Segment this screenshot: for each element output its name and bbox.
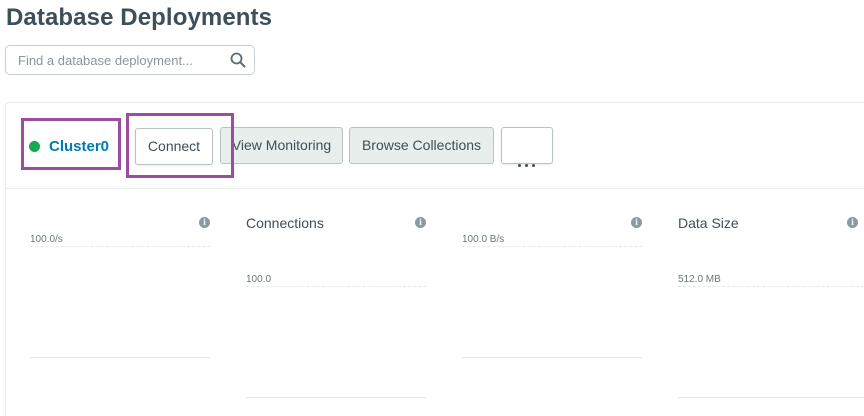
search-icon[interactable] bbox=[230, 52, 246, 68]
info-icon[interactable]: i bbox=[199, 217, 210, 228]
search-box[interactable] bbox=[5, 45, 255, 75]
info-icon[interactable]: i bbox=[847, 217, 858, 228]
page: Database Deployments Cluster0 Connect Vi… bbox=[0, 0, 864, 416]
search-input[interactable] bbox=[6, 46, 226, 74]
chart-baseline bbox=[246, 397, 426, 398]
metric-title: Connections bbox=[246, 215, 324, 231]
chart-gridline bbox=[678, 286, 864, 287]
chart-gridline bbox=[462, 246, 642, 247]
browse-collections-button[interactable]: Browse Collections bbox=[349, 127, 494, 164]
metric-max-label: 512.0 MB bbox=[678, 274, 721, 285]
page-title: Database Deployments bbox=[6, 4, 273, 31]
chart-baseline bbox=[462, 357, 642, 358]
chart-gridline bbox=[30, 246, 210, 247]
view-monitoring-button[interactable]: View Monitoring bbox=[220, 127, 343, 164]
metric-max-label: 100.0 bbox=[246, 274, 272, 285]
info-icon[interactable]: i bbox=[415, 217, 426, 228]
metric-title: Data Size bbox=[678, 215, 739, 231]
chart-gridline bbox=[246, 286, 426, 287]
more-options-button[interactable] bbox=[501, 127, 553, 167]
ellipsis-icon bbox=[518, 145, 539, 180]
metric-max-label: 100.0/s bbox=[30, 234, 63, 245]
chart-baseline bbox=[30, 357, 210, 358]
highlight-box-cluster bbox=[21, 118, 121, 170]
chart-baseline bbox=[678, 397, 864, 398]
card-divider bbox=[6, 188, 864, 189]
highlight-box-connect bbox=[126, 113, 234, 178]
metric-max-label: 100.0 B/s bbox=[462, 234, 505, 245]
info-icon[interactable]: i bbox=[631, 217, 642, 228]
